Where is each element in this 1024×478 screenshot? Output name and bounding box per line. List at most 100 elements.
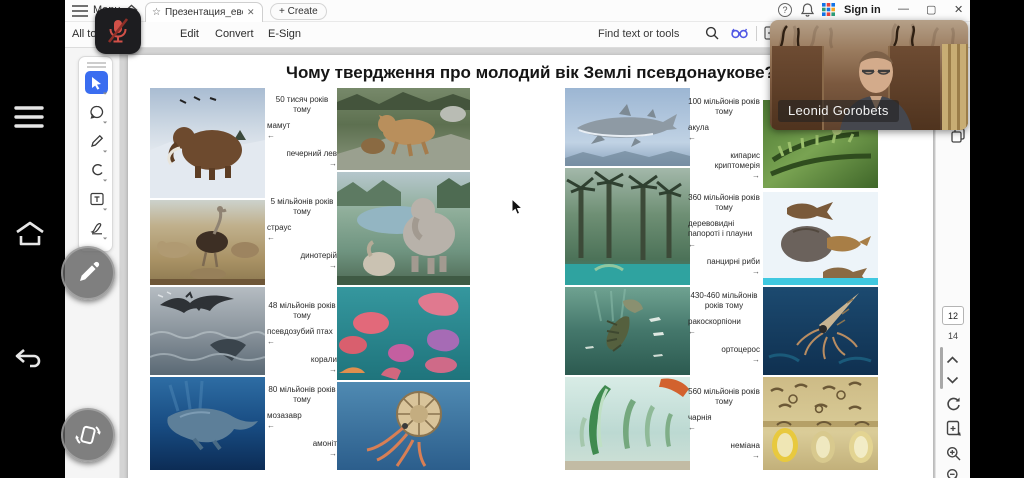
- webcam-overlay[interactable]: Leonid Gorobets: [770, 20, 968, 130]
- image-ammonite: [337, 382, 470, 470]
- item-label: панцирні риби: [688, 257, 760, 267]
- add-text-box-tool[interactable]: [85, 187, 108, 210]
- document-tab[interactable]: ☆ Презентация_еволюці... ✕: [145, 2, 263, 22]
- select-tool[interactable]: [85, 71, 108, 94]
- item-label: псевдозубий птах: [267, 327, 337, 337]
- zoom-in-icon[interactable]: [946, 446, 961, 461]
- ai-assistant-icon[interactable]: [731, 26, 748, 40]
- mic-muted-icon: [105, 17, 131, 45]
- image-corals: [337, 287, 470, 380]
- item-label: кипарис криптомерія: [688, 151, 760, 172]
- document-scrollbar[interactable]: [940, 347, 943, 389]
- toolbar-edit[interactable]: Edit: [180, 28, 199, 40]
- image-cave-lion: [337, 88, 470, 170]
- app-launcher-grid-icon[interactable]: [822, 3, 835, 16]
- image-mammoth: [150, 88, 265, 198]
- item-label: неміана: [688, 441, 760, 451]
- item-label: акула: [688, 123, 760, 133]
- image-nemiana: [763, 377, 878, 470]
- arrow-right: →: [688, 355, 760, 365]
- window-minimize-icon[interactable]: —: [898, 3, 909, 15]
- draw-pencil-tool[interactable]: [85, 129, 108, 152]
- image-sea-scorpions: [565, 287, 690, 375]
- time-label: 48 мільйонів років тому: [267, 301, 337, 322]
- arrow-right: →: [267, 159, 337, 169]
- android-system-bar: [0, 0, 65, 478]
- label-block-50k: 50 тисяч років тому мамут ← печерний лев…: [267, 95, 337, 169]
- item-label: страус: [267, 223, 337, 233]
- label-block-100m: 100 мільйонів років тому акула ← кипарис…: [688, 97, 760, 182]
- tab-close-icon[interactable]: ✕: [247, 7, 255, 18]
- zoom-out-icon[interactable]: [946, 468, 961, 478]
- arrow-right: →: [688, 171, 760, 181]
- android-back-icon[interactable]: [14, 348, 42, 370]
- arrow-right: →: [267, 449, 337, 459]
- create-label: + Create: [279, 6, 318, 17]
- title-bar: Menu ☆ Презентация_еволюці... ✕ + Create…: [65, 0, 970, 22]
- toolbar-divider: [756, 26, 757, 41]
- arrow-left: ←: [688, 133, 760, 143]
- time-label: 560 мільйонів років тому: [688, 387, 760, 408]
- previous-page-icon[interactable]: [946, 356, 959, 364]
- search-icon[interactable]: [705, 26, 719, 40]
- time-label: 360 мільйонів років тому: [688, 193, 760, 214]
- time-label: 80 мільйонів років тому: [267, 385, 337, 406]
- arrow-right: →: [267, 261, 337, 271]
- image-shark: [565, 88, 690, 166]
- image-pseudotoothed-bird: [150, 287, 265, 375]
- lasso-erase-tool[interactable]: [85, 158, 108, 181]
- arrow-right: →: [267, 365, 337, 375]
- item-label: амоніт: [267, 439, 337, 449]
- time-label: 50 тисяч років тому: [267, 95, 337, 116]
- item-label: мозазавр: [267, 411, 337, 421]
- app-menu-icon[interactable]: [72, 5, 88, 17]
- arrow-left: ←: [688, 240, 760, 250]
- item-label: корали: [267, 355, 337, 365]
- create-button[interactable]: + Create: [270, 3, 327, 20]
- tools-drag-handle[interactable]: [87, 62, 106, 68]
- android-home-icon[interactable]: [14, 220, 46, 248]
- favorite-star-icon[interactable]: ☆: [152, 7, 161, 18]
- image-tree-ferns-forest: [565, 168, 690, 285]
- window-maximize-icon[interactable]: ▢: [926, 3, 936, 16]
- label-block-80m: 80 мільйонів років тому мозазавр ← амоні…: [267, 385, 337, 459]
- mouse-cursor: [511, 198, 524, 216]
- notifications-bell-icon[interactable]: [801, 3, 814, 17]
- label-block-430m: 430-460 мільйонів років тому ракоскорпіо…: [688, 291, 760, 365]
- rotate-screen-fab[interactable]: [61, 408, 115, 462]
- arrow-left: ←: [267, 337, 337, 347]
- help-icon[interactable]: ?: [778, 3, 792, 17]
- sign-in-button[interactable]: Sign in: [844, 4, 881, 16]
- arrow-left: ←: [267, 131, 337, 141]
- add-comment-tool[interactable]: [85, 100, 108, 123]
- letterbox-right: [970, 0, 1024, 478]
- page-number-input[interactable]: 12: [942, 306, 964, 325]
- image-armored-fish: [763, 192, 878, 285]
- copy-icon[interactable]: [951, 128, 965, 143]
- label-block-5m: 5 мільйонів років тому страус ← динотері…: [267, 197, 337, 271]
- find-label[interactable]: Find text or tools: [598, 28, 679, 40]
- screen-rotate-icon: [74, 421, 102, 449]
- window-close-icon[interactable]: ✕: [954, 3, 963, 16]
- time-label: 100 мільйонів років тому: [688, 97, 760, 118]
- toolbar-esign[interactable]: E-Sign: [268, 28, 301, 40]
- annotate-pencil-fab[interactable]: [61, 246, 115, 300]
- toolbar-convert[interactable]: Convert: [215, 28, 254, 40]
- item-label: печерний лев: [267, 149, 337, 159]
- arrow-left: ←: [267, 421, 337, 431]
- label-block-360m: 360 мільйонів років тому деревовидні пап…: [688, 193, 760, 278]
- rotate-page-icon[interactable]: [946, 396, 961, 412]
- image-orthoceras: [763, 287, 878, 375]
- screen: Menu ☆ Презентация_еволюці... ✕ + Create…: [0, 0, 1024, 478]
- microphone-muted-overlay[interactable]: [95, 8, 141, 54]
- arrow-left: ←: [688, 327, 760, 337]
- page-total-label: 14: [942, 331, 964, 341]
- label-block-560m: 560 мільйонів років тому чарнія ← неміан…: [688, 387, 760, 461]
- next-page-icon[interactable]: [946, 376, 959, 384]
- fit-page-icon[interactable]: [946, 420, 961, 436]
- android-menu-icon[interactable]: [14, 105, 44, 129]
- image-ostrich: [150, 200, 265, 285]
- item-label: динотерій: [267, 251, 337, 261]
- image-charnia: [565, 377, 690, 470]
- fill-sign-tool[interactable]: [85, 216, 108, 239]
